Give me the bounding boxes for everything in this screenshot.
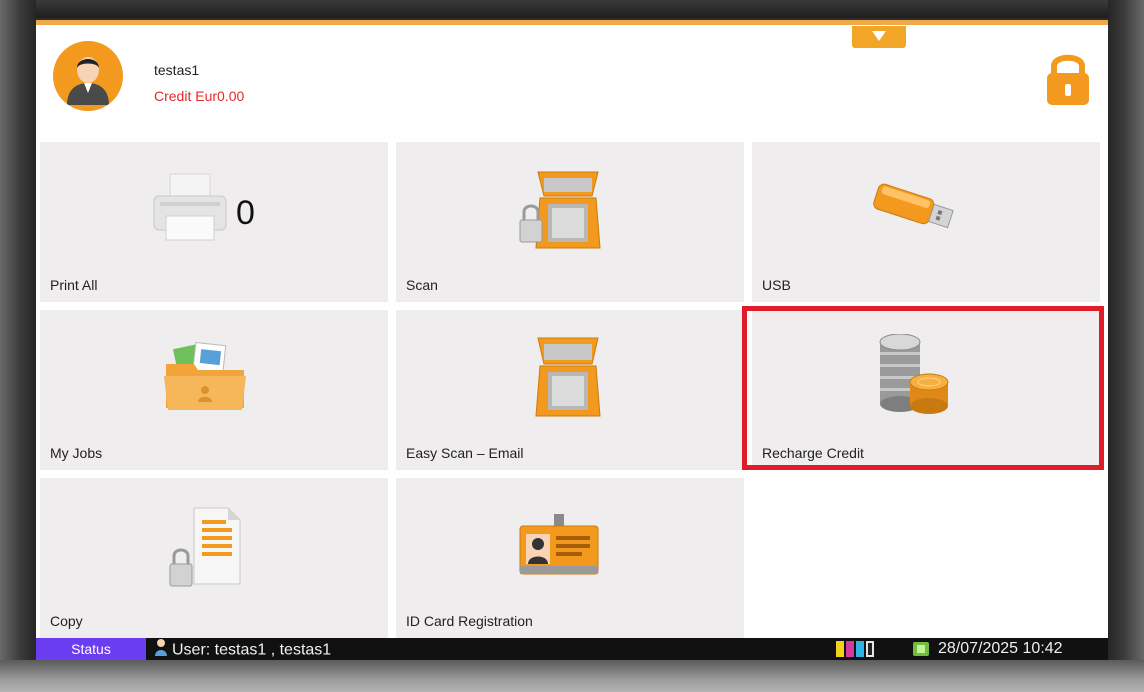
status-user-text: User: testas1 , testas1 bbox=[172, 641, 332, 659]
status-bar: Status User: testas1 , testas1 28/07/202… bbox=[36, 638, 1108, 660]
status-button[interactable]: Status bbox=[36, 638, 146, 660]
document-lock-icon bbox=[164, 504, 244, 595]
credit-balance: Credit Eur0.00 bbox=[154, 88, 245, 104]
lock-icon[interactable] bbox=[1045, 50, 1091, 111]
tile-label: Recharge Credit bbox=[762, 445, 864, 461]
tile-easy-scan-email[interactable]: Easy Scan – Email bbox=[396, 310, 744, 470]
chevron-down-icon[interactable] bbox=[852, 26, 906, 48]
device-bezel-left bbox=[0, 0, 36, 692]
user-name: testas1 bbox=[154, 62, 200, 78]
scanner-icon bbox=[526, 334, 606, 425]
tile-usb[interactable]: USB bbox=[752, 142, 1100, 302]
scanner-lock-icon bbox=[516, 168, 606, 257]
tile-label: USB bbox=[762, 277, 791, 293]
tile-id-card-registration[interactable]: ID Card Registration bbox=[396, 478, 744, 638]
tile-label: Scan bbox=[406, 277, 438, 293]
tile-copy[interactable]: Copy bbox=[40, 478, 388, 638]
tile-print-all[interactable]: 0 Print All bbox=[40, 142, 388, 302]
status-user: User: testas1 , testas1 bbox=[154, 638, 331, 660]
user-avatar-icon[interactable] bbox=[53, 41, 123, 111]
tile-my-jobs[interactable]: My Jobs bbox=[40, 310, 388, 470]
print-job-count: 0 bbox=[236, 194, 255, 232]
top-accent-line bbox=[36, 20, 1108, 25]
tile-label: Copy bbox=[50, 613, 83, 629]
tile-scan[interactable]: Scan bbox=[396, 142, 744, 302]
device-bezel-right bbox=[1108, 0, 1144, 692]
tile-label: Easy Scan – Email bbox=[406, 445, 524, 461]
id-card-icon bbox=[514, 514, 604, 585]
coins-icon bbox=[868, 333, 958, 425]
user-icon bbox=[154, 638, 168, 660]
tile-label: ID Card Registration bbox=[406, 613, 533, 629]
status-datetime: 28/07/2025 10:42 bbox=[938, 640, 1063, 657]
toner-level-icon bbox=[836, 641, 876, 660]
touch-screen: testas1 Credit Eur0.00 0 Print All Scan … bbox=[36, 20, 1108, 660]
device-bezel-top bbox=[0, 0, 1144, 18]
clock-icon bbox=[913, 642, 929, 660]
tile-label: Print All bbox=[50, 277, 98, 293]
device-bezel-bottom bbox=[0, 660, 1144, 692]
usb-drive-icon bbox=[868, 178, 958, 243]
folder-icon bbox=[160, 341, 250, 417]
tile-recharge-credit[interactable]: Recharge Credit bbox=[752, 310, 1100, 470]
tile-label: My Jobs bbox=[50, 445, 103, 461]
printer-icon bbox=[150, 170, 230, 251]
